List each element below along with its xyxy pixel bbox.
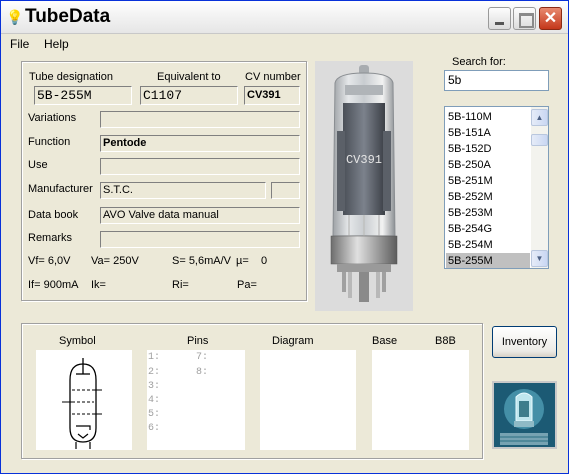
list-item[interactable]: 5B-254G (446, 221, 530, 237)
list-item-selected[interactable]: 5B-255M (446, 253, 530, 268)
remarks-field[interactable] (100, 231, 300, 248)
pin-label: 1: (148, 352, 161, 363)
list-item[interactable]: 5B-252M (446, 189, 530, 205)
manufacturer-label: Manufacturer (28, 183, 93, 195)
manufacturer-field[interactable]: S.T.C. (100, 182, 266, 199)
pin-label: 8: (196, 367, 209, 378)
diagram-panel (260, 350, 356, 450)
pa-value: Pa= (237, 279, 257, 291)
menu-help[interactable]: Help (44, 37, 69, 51)
databook-field[interactable]: AVO Valve data manual (100, 207, 300, 224)
designation-label: Tube designation (29, 71, 113, 83)
bulb-icon: 💡 (6, 9, 24, 25)
databook-label: Data book (28, 209, 79, 221)
window-title: TubeData (25, 6, 111, 27)
base-value: B8B (435, 335, 456, 347)
remarks-label: Remarks (28, 232, 73, 244)
cv-field[interactable]: CV391 (244, 86, 300, 105)
ik-value: Ik= (91, 279, 106, 291)
variations-label: Variations (28, 112, 77, 124)
mu-value: 0 (261, 255, 268, 267)
pin-label: 4: (148, 395, 161, 406)
use-label: Use (28, 159, 48, 171)
title-bar[interactable]: 💡 TubeData ✕ (1, 1, 568, 34)
function-label: Function (28, 136, 71, 148)
app-logo (492, 381, 557, 449)
if-value: If= 900mA (28, 279, 79, 291)
scroll-up-button[interactable]: ▲ (531, 109, 548, 126)
menu-bar: File Help (1, 35, 568, 53)
scroll-thumb[interactable] (531, 134, 548, 146)
designation-field[interactable]: 5B-255M (34, 86, 132, 105)
pin-label: 7: (196, 352, 209, 363)
close-icon: ✕ (543, 10, 558, 27)
vf-value: Vf= 6,0V (28, 255, 71, 267)
list-scrollbar[interactable]: ▲ ▼ (531, 107, 548, 268)
minimize-button[interactable] (488, 7, 511, 30)
s-value: S= 5,6mA/V (172, 255, 232, 267)
list-item[interactable]: 5B-251M (446, 173, 530, 189)
close-button[interactable]: ✕ (539, 7, 562, 30)
tube-list[interactable]: 5B-110M 5B-151A 5B-152D 5B-250A 5B-251M … (444, 106, 549, 269)
equivalent-label: Equivalent to (157, 71, 221, 83)
list-item[interactable]: 5B-152D (446, 141, 530, 157)
mu-label: µ= (236, 255, 249, 267)
chevron-down-icon: ▼ (535, 254, 544, 263)
list-item[interactable]: 5B-253M (446, 205, 530, 221)
ri-value: Ri= (172, 279, 189, 291)
pins-label: Pins (187, 335, 209, 347)
equivalent-field[interactable]: C1107 (140, 86, 238, 105)
tube-marking: CV391 (346, 153, 382, 167)
pin-label: 3: (148, 381, 161, 392)
search-input[interactable]: 5b (444, 70, 549, 91)
symbol-label: Symbol (59, 335, 96, 347)
pin-label: 5: (148, 409, 161, 420)
pin-label: 6: (148, 423, 161, 434)
variations-field[interactable] (100, 111, 300, 128)
list-item[interactable]: 5B-250A (446, 157, 530, 173)
menu-file[interactable]: File (10, 37, 29, 51)
tubedata-window: 💡 TubeData ✕ File Help Tube designation … (0, 0, 569, 474)
manufacturer-code-field[interactable] (271, 182, 300, 199)
cv-label: CV number (245, 71, 301, 83)
maximize-button[interactable] (513, 7, 536, 30)
pins-panel: 1: 2: 3: 4: 5: 6: 7: 8: (147, 350, 245, 450)
pentode-symbol (62, 358, 102, 449)
list-item[interactable]: 5B-151A (446, 125, 530, 141)
inventory-button[interactable]: Inventory (492, 326, 557, 358)
scroll-down-button[interactable]: ▼ (531, 250, 548, 267)
tube-photo: CV391 (315, 61, 413, 311)
base-label: Base (372, 335, 398, 347)
diagram-label: Diagram (272, 335, 314, 347)
use-field[interactable] (100, 158, 300, 175)
chevron-up-icon: ▲ (535, 113, 544, 122)
search-label: Search for: (452, 56, 506, 68)
list-item[interactable]: 5B-110M (446, 109, 530, 125)
va-value: Va= 250V (91, 255, 139, 267)
pin-label: 2: (148, 367, 161, 378)
list-item[interactable]: 5B-254M (446, 237, 530, 253)
base-panel (372, 350, 469, 450)
symbol-panel (36, 350, 132, 450)
function-field[interactable]: Pentode (100, 135, 300, 152)
